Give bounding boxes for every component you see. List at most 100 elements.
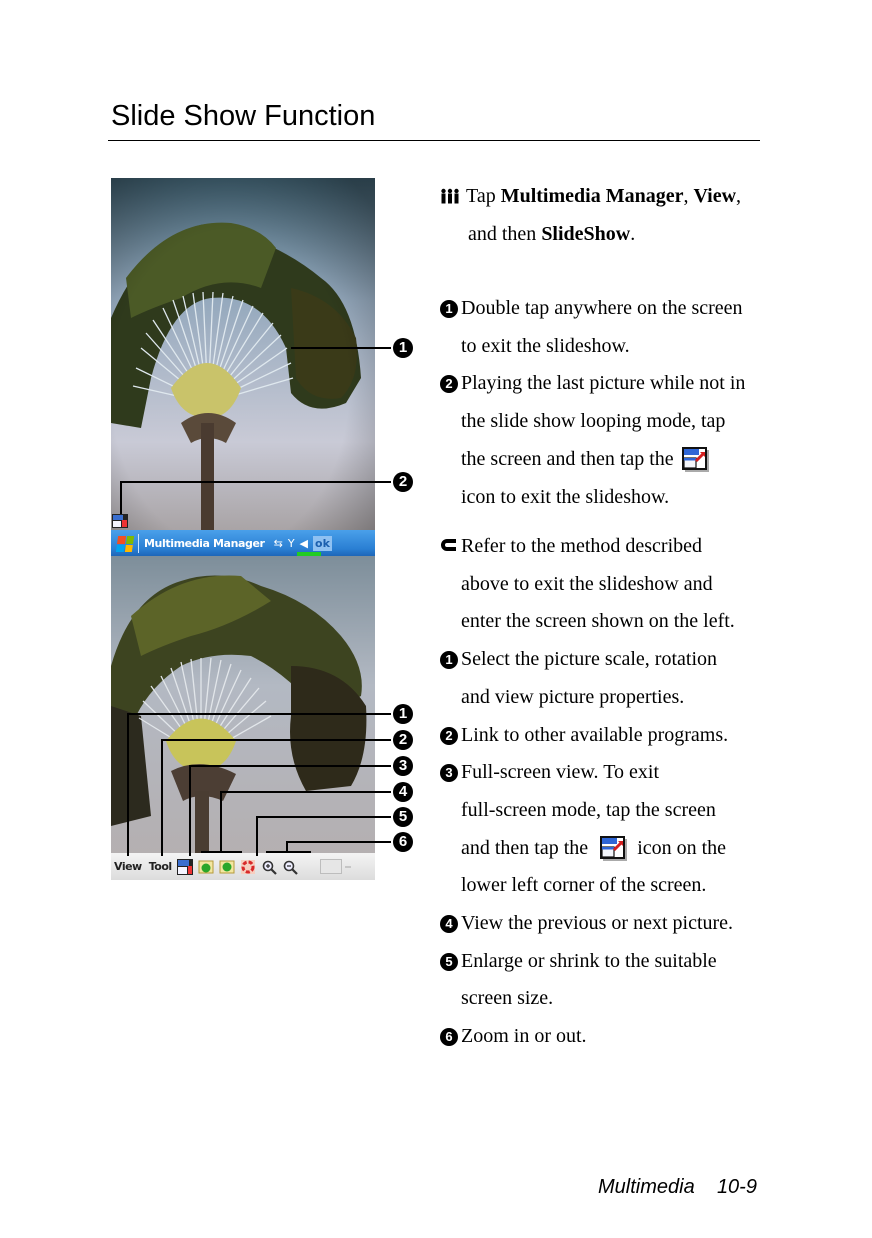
intro-prefix: Tap — [466, 185, 501, 207]
picture-viewer-screenshot — [111, 556, 375, 880]
title-divider — [108, 140, 760, 141]
exit-full-screen-icon[interactable] — [112, 514, 128, 528]
toolbar-item-3-line-1: Full-screen view. To exit — [461, 761, 659, 784]
slideshow-item-2: 2 Playing the last picture while not in — [440, 365, 770, 403]
callout-line-3 — [189, 765, 391, 767]
callout-line-top-2 — [120, 481, 391, 483]
footer-chapter: Multimedia — [598, 1176, 695, 1198]
callout-line-top-2-drop — [120, 481, 122, 514]
callout-line-4-bracket — [201, 851, 242, 853]
people-icon — [441, 188, 459, 204]
callout-line-6-bracket — [266, 851, 311, 853]
input-panel-icon[interactable] — [319, 859, 342, 874]
callout-line-5-drop — [256, 816, 258, 856]
callout-line-2 — [161, 739, 391, 741]
toolbar-description-list: Refer to the method described above to e… — [440, 528, 770, 1056]
marker-5: 5 — [440, 952, 458, 971]
exit-full-screen-icon-inline-2 — [600, 835, 628, 861]
pocket-pc-taskbar: Multimedia Manager ⇆ Y ◀ ok — [111, 530, 375, 557]
slideshow-item-2-line-1: Playing the last picture while not in — [461, 372, 746, 395]
ok-button[interactable]: ok — [313, 536, 332, 551]
intro-sep: , — [683, 185, 694, 207]
toolbar-item-5: 5 Enlarge or shrink to the suitable — [440, 943, 770, 981]
page-title: Slide Show Function — [111, 100, 376, 132]
slideshow-screenshot — [111, 178, 375, 530]
callout-top-1: 1 — [393, 338, 413, 358]
toolbar-item-6: 6 Zoom in or out. — [440, 1018, 770, 1056]
toolbar-item-1-line-2: and view picture properties. — [461, 685, 685, 708]
taskbar-title: Multimedia Manager — [144, 537, 265, 550]
refer-line-3: enter the screen shown on the left. — [461, 610, 735, 633]
toolbar-item-2: 2 Link to other available programs. — [440, 717, 770, 755]
windows-start-icon[interactable] — [115, 535, 135, 552]
slideshow-exit-list: 1 Double tap anywhere on the screen to ex… — [440, 290, 770, 516]
slideshow-item-2-line-3: the screen and then tap the — [461, 447, 674, 470]
slideshow-item-1: 1 Double tap anywhere on the screen — [440, 290, 770, 328]
slideshow-item-2-line-2: the slide show looping mode, tap — [461, 410, 726, 433]
callout-3: 3 — [393, 756, 413, 776]
slideshow-item-1-line-2: to exit the slideshow. — [461, 334, 630, 357]
signal-off-icon[interactable]: Y — [288, 537, 295, 550]
intro-sep-2: , — [736, 185, 742, 207]
toolbar-item-3-line-4: icon on the — [637, 836, 727, 859]
exit-full-screen-icon-inline — [681, 446, 709, 472]
arrow-icon — [441, 539, 456, 551]
callout-line-3-drop — [189, 765, 191, 856]
slideshow-item-1-line-1: Double tap anywhere on the screen — [461, 297, 743, 319]
toolbar-item-5-line-2: screen size. — [461, 987, 554, 1010]
intro-slideshow: SlideShow — [541, 222, 631, 245]
page-footer: Multimedia 10-9 — [598, 1176, 757, 1199]
callout-line-2-drop — [161, 739, 163, 856]
zoom-in-icon[interactable] — [261, 859, 277, 875]
toolbar-item-1: 1 Select the picture scale, rotation — [440, 641, 770, 679]
toolbar-item-6-line-1: Zoom in or out. — [461, 1025, 587, 1048]
callout-line-4-drop — [220, 791, 222, 853]
fit-to-screen-icon[interactable] — [240, 859, 256, 875]
marker-4: 4 — [440, 915, 458, 934]
callout-line-5 — [256, 816, 391, 818]
next-picture-icon[interactable] — [219, 859, 235, 875]
callout-6: 6 — [393, 832, 413, 852]
callout-4: 4 — [393, 782, 413, 802]
toolbar-item-3-line-3: and then tap the — [461, 836, 589, 859]
slideshow-item-2-line-4: icon to exit the slideshow. — [461, 485, 670, 508]
input-panel-arrow-icon[interactable] — [344, 865, 351, 868]
viewer-toolbar: View Tool — [111, 853, 375, 880]
previous-picture-icon[interactable] — [198, 859, 214, 875]
toolbar-item-4-line-1: View the previous or next picture. — [461, 912, 734, 935]
marker-3: 3 — [440, 764, 458, 783]
toolbar-item-2-line-1: Link to other available programs. — [461, 723, 729, 746]
callout-line-4 — [220, 791, 391, 793]
taskbar-separator — [138, 534, 139, 553]
intro-period: . — [630, 222, 636, 245]
marker-2: 2 — [440, 375, 458, 394]
toolbar-item-5-line-1: Enlarge or shrink to the suitable — [461, 949, 717, 972]
intro-app-name: Multimedia Manager — [500, 185, 684, 207]
toolbar-item-4: 4 View the previous or next picture. — [440, 905, 770, 943]
callout-top-2: 2 — [393, 472, 413, 492]
marker-1: 1 — [440, 651, 458, 670]
view-menu[interactable]: View — [114, 860, 142, 873]
refer-line-2: above to exit the slideshow and — [461, 572, 713, 595]
marker-1: 1 — [440, 300, 458, 318]
zoom-out-icon[interactable] — [282, 859, 298, 875]
marker-6: 6 — [440, 1028, 458, 1047]
callout-line-1 — [127, 713, 391, 715]
marker-2: 2 — [440, 726, 458, 745]
toolbar-item-3-line-5: lower left corner of the screen. — [461, 874, 707, 897]
tool-menu[interactable]: Tool — [149, 860, 172, 873]
toolbar-item-1-line-1: Select the picture scale, rotation — [461, 648, 718, 671]
footer-page-number: 10-9 — [716, 1176, 757, 1198]
toolbar-item-3: 3 Full-screen view. To exit — [440, 754, 770, 792]
callout-5: 5 — [393, 807, 413, 827]
intro-instruction: Tap Multimedia Manager, View, and then S… — [440, 178, 770, 253]
connectivity-icon[interactable]: ⇆ — [274, 537, 283, 550]
full-screen-icon[interactable] — [176, 858, 193, 875]
palm-tree-photo — [111, 178, 375, 530]
palm-tree-photo-viewer — [111, 556, 375, 880]
callout-line-6 — [286, 841, 391, 843]
callout-line-top-1 — [291, 347, 391, 349]
volume-icon[interactable]: ◀ — [296, 537, 321, 556]
callout-2: 2 — [393, 730, 413, 750]
intro-line2: and then — [468, 222, 542, 245]
